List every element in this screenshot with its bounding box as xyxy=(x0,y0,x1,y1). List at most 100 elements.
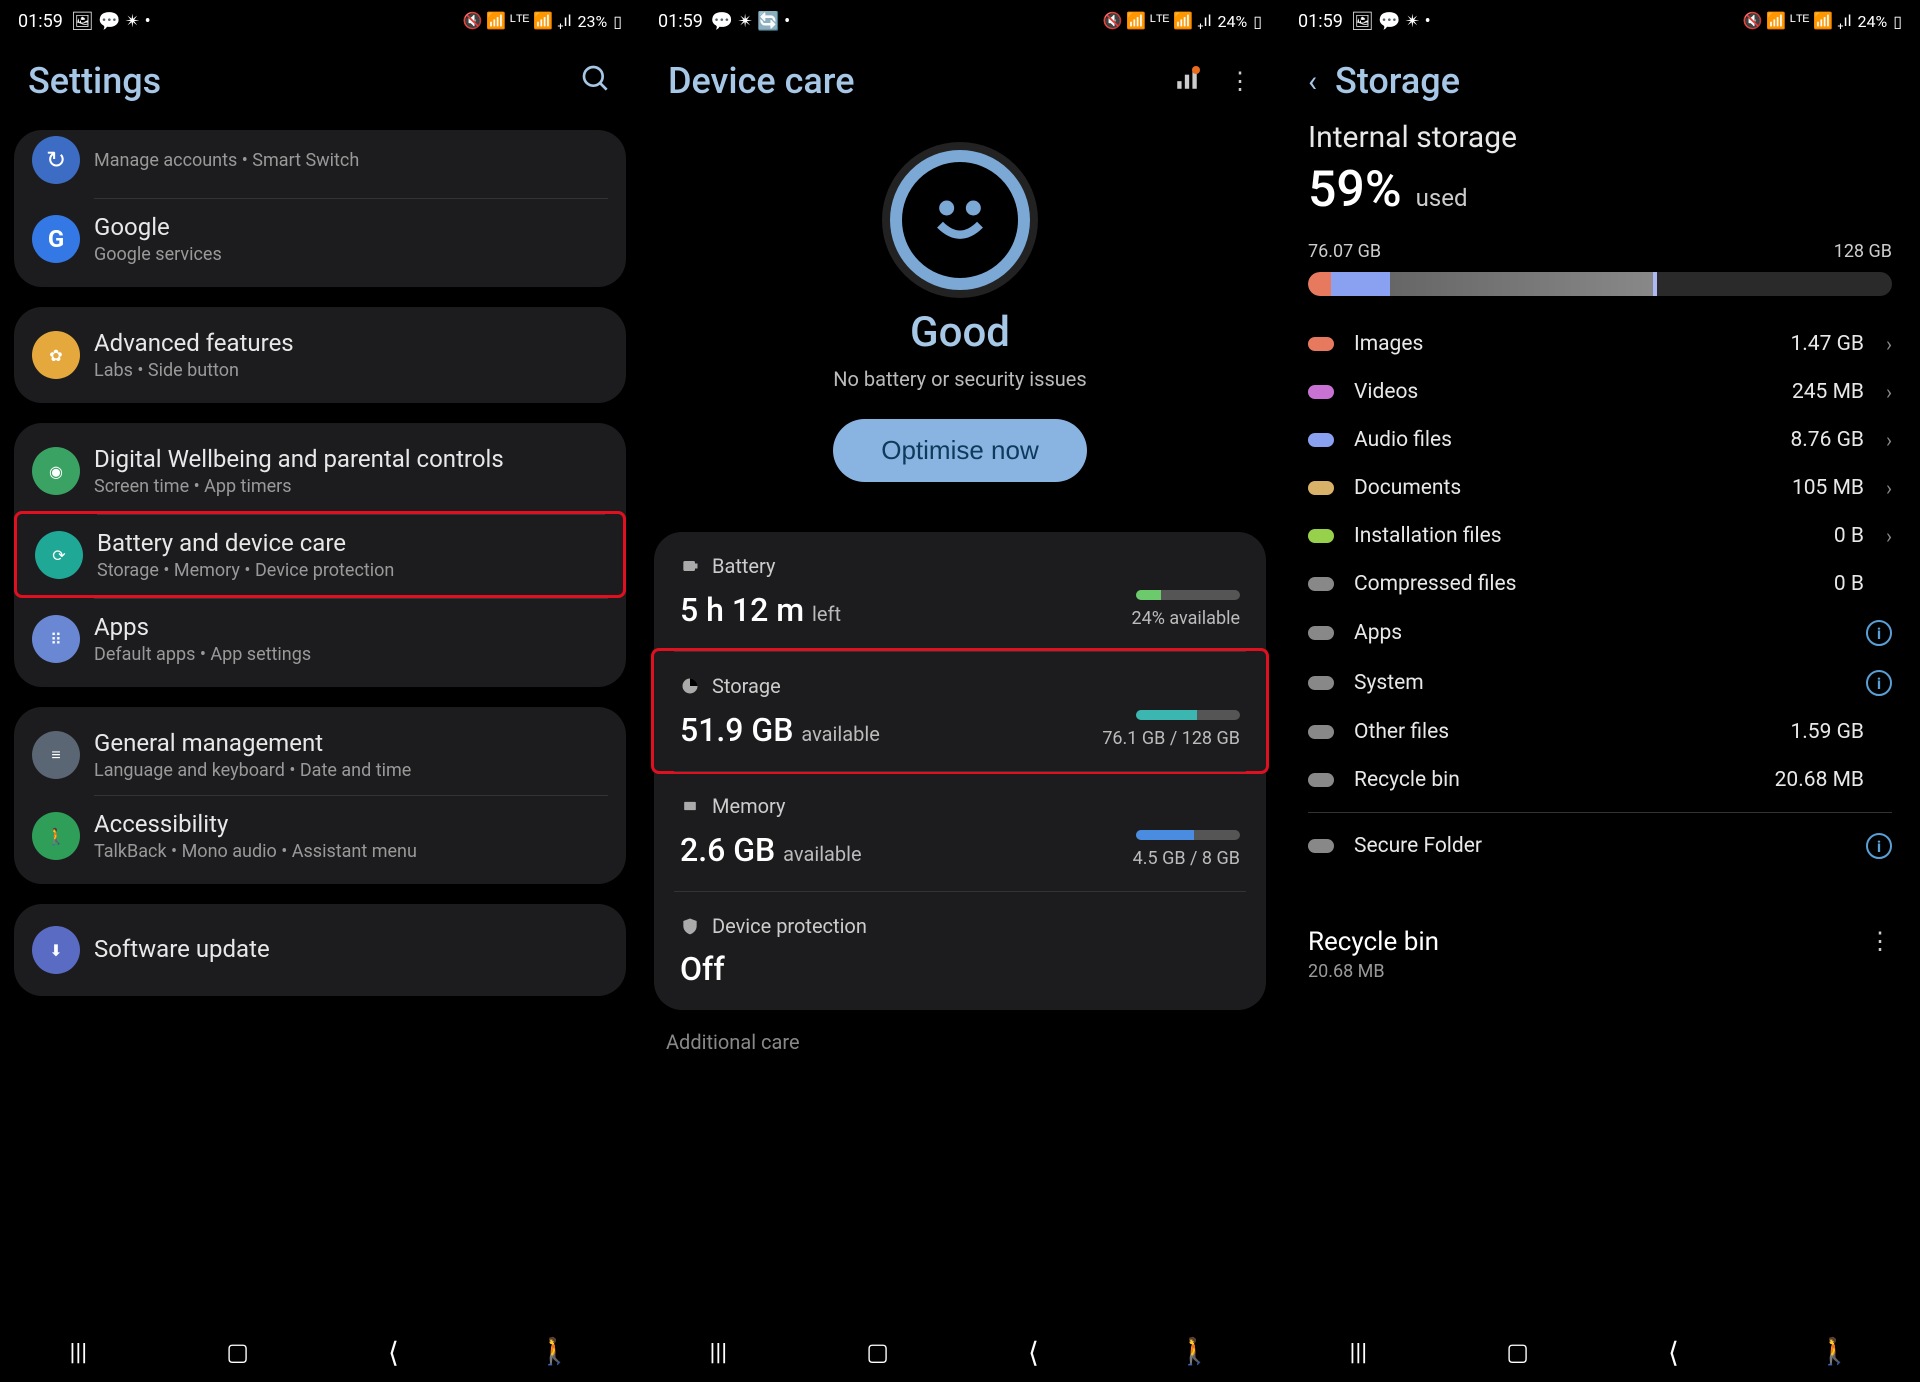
highlight-devicecare: ⟳ Battery and device care Storage • Memo… xyxy=(14,511,626,598)
category-row[interactable]: Audio files8.76 GB› xyxy=(1308,416,1892,464)
battery-row[interactable]: Battery 5 h 12 m left 24% available xyxy=(654,532,1266,651)
nav-home[interactable]: ▢ xyxy=(1506,1338,1529,1366)
info-icon[interactable]: i xyxy=(1866,670,1892,696)
item-wellbeing[interactable]: ◉ Digital Wellbeing and parental control… xyxy=(14,431,626,511)
more-icon[interactable]: ⋮ xyxy=(1228,67,1252,95)
nav-accessibility[interactable]: 🚶 xyxy=(1178,1337,1210,1367)
apps-title: Apps xyxy=(94,613,608,641)
item-accounts-backup[interactable]: ↻ Manage accounts • Smart Switch xyxy=(14,130,626,198)
category-value: 245 MB xyxy=(1792,380,1864,404)
item-general[interactable]: ≡ General management Language and keyboa… xyxy=(14,715,626,795)
category-row[interactable]: Documents105 MB› xyxy=(1308,464,1892,512)
general-icon: ≡ xyxy=(32,731,80,779)
nav-accessibility[interactable]: 🚶 xyxy=(538,1337,570,1367)
pill-icon xyxy=(1308,385,1334,399)
category-value: 105 MB xyxy=(1792,476,1864,500)
item-accessibility[interactable]: 🚶 Accessibility TalkBack • Mono audio • … xyxy=(14,796,626,876)
battery-bar xyxy=(1136,590,1240,600)
nav-recents[interactable]: ||| xyxy=(70,1338,88,1366)
back-icon[interactable]: ‹ xyxy=(1308,64,1317,99)
chevron-right-icon: › xyxy=(1864,332,1892,356)
category-value: 0 B xyxy=(1834,524,1864,548)
nav-recents[interactable]: ||| xyxy=(710,1338,728,1366)
storage-icon xyxy=(680,676,700,696)
category-name: Other files xyxy=(1354,720,1790,744)
google-sub: Google services xyxy=(94,244,608,265)
memory-icon xyxy=(680,796,700,816)
recycle-bin-section[interactable]: Recycle bin 20.68 MB ⋮ xyxy=(1280,901,1920,1008)
shield-icon xyxy=(680,916,700,936)
battery-label: Battery xyxy=(712,554,775,578)
item-software[interactable]: ⬇ Software update xyxy=(14,912,626,988)
status-time: 01:59 xyxy=(658,11,703,32)
category-row[interactable]: Images1.47 GB› xyxy=(1308,320,1892,368)
chevron-right-icon: › xyxy=(1864,428,1892,452)
divider xyxy=(1308,812,1892,813)
category-row[interactable]: Recycle bin20.68 MB xyxy=(1308,756,1892,804)
apps-sub: Default apps • App settings xyxy=(94,644,608,665)
nav-recents[interactable]: ||| xyxy=(1350,1338,1368,1366)
storage-unit: available xyxy=(801,722,879,746)
storage-screen: 01:59 🖼 💬 ✴ • 🔇 📶 ᴸᵀᴱ 📶 ₊ıl 24% ▯ ‹ Stor… xyxy=(1280,0,1920,1382)
category-row[interactable]: Appsi xyxy=(1308,608,1892,658)
info-icon[interactable]: i xyxy=(1866,833,1892,859)
status-bar: 01:59 🖼 💬 ✴ • 🔇 📶 ᴸᵀᴱ 📶 ₊ıl 24% ▯ xyxy=(1280,0,1920,42)
more-icon[interactable]: ⋮ xyxy=(1868,927,1892,955)
devicecare-title: Battery and device care xyxy=(97,529,605,557)
chart-icon[interactable] xyxy=(1174,66,1200,96)
storage-right: 76.1 GB / 128 GB xyxy=(1102,728,1240,749)
category-value: 1.59 GB xyxy=(1790,720,1864,744)
devicecare-icon: ⟳ xyxy=(35,531,83,579)
protection-value: Off xyxy=(680,950,1240,988)
item-google[interactable]: G Google Google services xyxy=(14,199,626,279)
category-row[interactable]: Installation files0 B› xyxy=(1308,512,1892,560)
page-title: Device care xyxy=(668,60,855,102)
protection-row[interactable]: Device protection Off xyxy=(654,892,1266,1010)
item-device-care[interactable]: ⟳ Battery and device care Storage • Memo… xyxy=(17,515,623,595)
search-icon[interactable] xyxy=(580,63,612,99)
storage-bar xyxy=(1308,272,1892,296)
pill-icon xyxy=(1308,481,1334,495)
memory-label: Memory xyxy=(712,794,785,818)
card-wellbeing: ◉ Digital Wellbeing and parental control… xyxy=(14,423,626,687)
category-value: 1.47 GB xyxy=(1790,332,1864,356)
category-value: 8.76 GB xyxy=(1790,428,1864,452)
nav-back[interactable]: ⟨ xyxy=(388,1336,399,1369)
apps-icon: ⠿ xyxy=(32,615,80,663)
optimise-button[interactable]: Optimise now xyxy=(833,419,1087,482)
google-title: Google xyxy=(94,213,608,241)
status-battery: 24% xyxy=(1857,12,1887,31)
status-bar: 01:59 💬 ✴ 🔄 • 🔇 📶 ᴸᵀᴱ 📶 ₊ıl 24% ▯ xyxy=(640,0,1280,42)
sync-icon: ↻ xyxy=(32,136,80,184)
item-advanced[interactable]: ✿ Advanced features Labs • Side button xyxy=(14,315,626,395)
nav-accessibility[interactable]: 🚶 xyxy=(1818,1337,1850,1367)
item-apps[interactable]: ⠿ Apps Default apps • App settings xyxy=(14,599,626,679)
nav-home[interactable]: ▢ xyxy=(866,1338,889,1366)
nav-back[interactable]: ⟨ xyxy=(1668,1336,1679,1369)
info-icon[interactable]: i xyxy=(1866,620,1892,646)
category-row[interactable]: Compressed files0 B xyxy=(1308,560,1892,608)
category-row[interactable]: Systemi xyxy=(1308,658,1892,708)
memory-bar xyxy=(1136,830,1240,840)
nav-home[interactable]: ▢ xyxy=(226,1338,249,1366)
battery-icon: ▯ xyxy=(1893,12,1902,31)
secure-folder-row[interactable]: Secure Folder i xyxy=(1308,821,1892,871)
storage-header: ‹ Storage xyxy=(1280,42,1920,120)
nav-back[interactable]: ⟨ xyxy=(1028,1336,1039,1369)
status-icons-right: 🔇 📶 ᴸᵀᴱ 📶 ₊ıl xyxy=(1742,11,1851,31)
storage-bar-labels: 76.07 GB 128 GB xyxy=(1280,219,1920,268)
category-name: Compressed files xyxy=(1354,572,1834,596)
pill-icon xyxy=(1308,676,1334,690)
general-title: General management xyxy=(94,729,608,757)
category-row[interactable]: Videos245 MB› xyxy=(1308,368,1892,416)
category-row[interactable]: Other files1.59 GB xyxy=(1308,708,1892,756)
status-icons-left: 💬 ✴ 🔄 • xyxy=(711,11,790,32)
pill-icon xyxy=(1308,725,1334,739)
storage-row[interactable]: Storage 51.9 GB available 76.1 GB / 128 … xyxy=(654,652,1266,771)
chevron-right-icon: › xyxy=(1864,380,1892,404)
memory-row[interactable]: Memory 2.6 GB available 4.5 GB / 8 GB xyxy=(654,772,1266,891)
category-name: Audio files xyxy=(1354,428,1790,452)
pill-icon xyxy=(1308,839,1334,853)
settings-screen: 01:59 🖼 💬 ✴ • 🔇 📶 ᴸᵀᴱ 📶 ₊ıl 23% ▯ Settin… xyxy=(0,0,640,1382)
pct-used-label: used xyxy=(1416,184,1468,212)
